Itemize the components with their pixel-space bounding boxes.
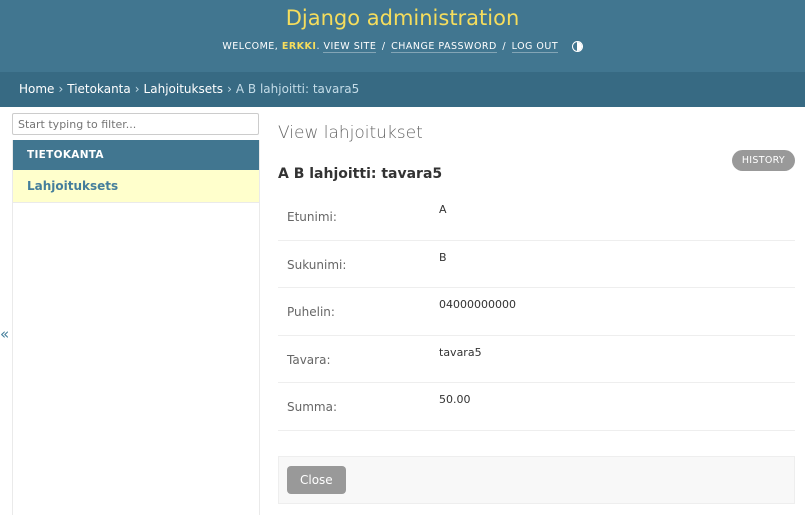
field-label: Puhelin: [287, 305, 335, 319]
breadcrumb: Home › Tietokanta › Lahjoituksets › A B lahjoi… [0, 72, 805, 107]
field-row-tavara: Tavara: tavara5 [278, 336, 795, 383]
sidebar-item-lahjoituksets[interactable]: Lahjoituksets [13, 170, 259, 203]
field-label: Etunimi: [287, 210, 337, 224]
field-row-etunimi: Etunimi: A [278, 193, 795, 241]
app-caption-tietokanta[interactable]: TIETOKANTA [13, 140, 259, 170]
breadcrumb-model[interactable]: Lahjoituksets [144, 82, 224, 96]
breadcrumb-home[interactable]: Home [19, 82, 54, 96]
field-value: 04000000000 [439, 298, 516, 311]
submit-row: Close [278, 456, 795, 504]
breadcrumb-app[interactable]: Tietokanta [67, 82, 130, 96]
field-row-puhelin: Puhelin: 04000000000 [278, 288, 795, 336]
nav-sidebar: TIETOKANTA Lahjoituksets [12, 140, 260, 515]
field-value: A [439, 203, 447, 216]
page-title: View lahjoitukset [278, 123, 423, 143]
username: ERKKI [281, 41, 317, 52]
object-title: A B lahjoitti: tavara5 [278, 166, 443, 182]
close-button[interactable]: Close [287, 466, 346, 494]
breadcrumb-current: A B lahjoitti: tavara5 [235, 82, 360, 96]
welcome-text: WELCOME, [222, 41, 279, 52]
change-password-link[interactable]: CHANGE PASSWORD [391, 41, 497, 53]
field-row-summa: Summa: 50.00 [278, 383, 795, 431]
field-row-sukunimi: Sukunimi: B [278, 241, 795, 288]
nav-filter-input[interactable] [12, 113, 259, 135]
view-site-link[interactable]: VIEW SITE [323, 41, 377, 53]
contrast-icon[interactable] [571, 41, 583, 52]
site-brand[interactable]: Django administration [0, 6, 805, 30]
field-value: tavara5 [439, 345, 482, 359]
field-label: Tavara: [287, 352, 331, 367]
log-out-link[interactable]: LOG OUT [511, 41, 559, 53]
readonly-fieldset: Etunimi: A Sukunimi: B Puhelin: 04000000… [278, 193, 795, 431]
site-header: Django administration WELCOME, ERKKI. VI… [0, 0, 805, 72]
user-tools: WELCOME, ERKKI. VIEW SITE / CHANGE PASSW… [0, 41, 805, 53]
field-value: B [439, 250, 447, 264]
field-value: 50.00 [439, 393, 471, 406]
field-label: Sukunimi: [287, 257, 347, 272]
history-button[interactable]: HISTORY [731, 150, 795, 171]
toggle-sidebar-button[interactable]: « [0, 325, 9, 343]
field-label: Summa: [287, 400, 337, 414]
